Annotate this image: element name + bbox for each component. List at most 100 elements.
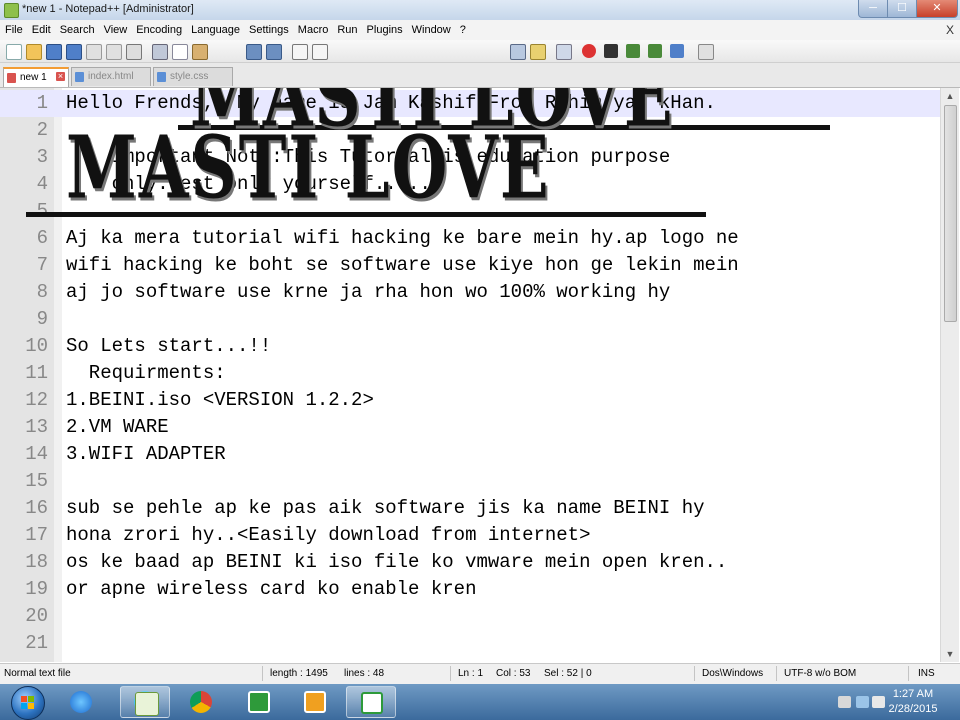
status-insert-mode: INS: [918, 668, 935, 679]
line-number: 6: [36, 227, 48, 249]
outlook-icon: [304, 691, 326, 713]
close-icon[interactable]: [86, 44, 102, 60]
vertical-scrollbar[interactable]: ▲ ▼: [940, 88, 959, 662]
line-number: 21: [25, 632, 48, 654]
status-bar: Normal text file length : 1495 lines : 4…: [0, 663, 960, 684]
minimize-button[interactable]: ─: [858, 0, 888, 18]
editor-line[interactable]: 8 aj jo software use krne ja rha hon wo 1…: [0, 279, 940, 306]
new-file-icon[interactable]: [6, 44, 22, 60]
editor-line[interactable]: 19 or apne wireless card ko enable kren: [0, 576, 940, 603]
line-number: 16: [25, 497, 48, 519]
editor-line[interactable]: 13 2.VM WARE: [0, 414, 940, 441]
editor-line[interactable]: 21: [0, 630, 940, 657]
menu-file[interactable]: File: [0, 20, 27, 40]
menu-edit[interactable]: Edit: [27, 20, 55, 40]
clock-date[interactable]: 2/28/2015: [872, 703, 954, 715]
menu-window[interactable]: Window: [407, 20, 455, 40]
window-title: *new 1 - Notepad++ [Administrator]: [22, 3, 194, 15]
print-icon[interactable]: [126, 44, 142, 60]
menu-search[interactable]: Search: [55, 20, 99, 40]
replace-icon[interactable]: [312, 44, 328, 60]
toolbar: [0, 40, 960, 63]
line-text: So Lets start...!!: [66, 335, 272, 357]
open-file-icon[interactable]: [26, 44, 42, 60]
editor-line[interactable]: 7 wifi hacking ke boht se software use ki…: [0, 252, 940, 279]
zoom-in-icon[interactable]: [510, 44, 526, 60]
menu-bar: File Edit Search View Encoding Language Settin…: [0, 20, 960, 40]
save-icon[interactable]: [46, 44, 62, 60]
taskbar-notepadpp-button[interactable]: [120, 686, 170, 718]
function-list-icon[interactable]: [698, 44, 714, 60]
tab-style-css[interactable]: style.css: [153, 67, 233, 86]
start-button[interactable]: [2, 684, 52, 720]
save-all-icon[interactable]: [66, 44, 82, 60]
menu-help[interactable]: ?: [455, 20, 470, 40]
find-icon[interactable]: [292, 44, 308, 60]
line-number: 20: [25, 605, 48, 627]
tab-close-icon[interactable]: ×: [56, 72, 65, 81]
tray-flag-icon[interactable]: [838, 696, 851, 708]
ie-icon: [70, 691, 92, 713]
menu-run[interactable]: Run: [332, 20, 361, 40]
taskbar-outlook-button[interactable]: [290, 686, 340, 718]
macro-record-icon[interactable]: [582, 44, 596, 58]
editor-line[interactable]: 11 Requirments:: [0, 360, 940, 387]
close-button[interactable]: ✕: [916, 0, 958, 18]
editor-line[interactable]: 9: [0, 306, 940, 333]
windows-logo-icon: [11, 686, 45, 720]
macro-stop-icon[interactable]: [604, 44, 618, 58]
editor-line[interactable]: 16 sub se pehle ap ke pas aik software ji…: [0, 495, 940, 522]
cut-icon[interactable]: [152, 44, 168, 60]
taskbar-camtasia-button[interactable]: [234, 686, 284, 718]
line-number: 2: [36, 119, 48, 141]
clock-time[interactable]: 1:27 AM: [872, 688, 954, 700]
taskbar-ie-button[interactable]: [56, 686, 106, 718]
menu-macro[interactable]: Macro: [293, 20, 333, 40]
line-number: 3: [36, 146, 48, 168]
network-icon[interactable]: [856, 696, 869, 708]
menu-plugins[interactable]: Plugins: [362, 20, 407, 40]
editor-line[interactable]: 6 Aj ka mera tutorial wifi hacking ke bar…: [0, 225, 940, 252]
undo-icon[interactable]: [246, 44, 262, 60]
menu-settings[interactable]: Settings: [244, 20, 293, 40]
scroll-thumb[interactable]: [944, 105, 957, 322]
saved-file-icon: [75, 72, 84, 82]
text-editor[interactable]: 1 Hello Frends,, My name is Jam Kashif Fr…: [0, 88, 960, 662]
line-number: 10: [25, 335, 48, 357]
macro-play-icon[interactable]: [626, 44, 640, 58]
editor-line[interactable]: 12 1.BEINI.iso <VERSION 1.2.2>: [0, 387, 940, 414]
taskbar-chrome-button[interactable]: [176, 686, 226, 718]
line-text: hona zrori hy..<Easily download from int…: [66, 524, 591, 546]
editor-line[interactable]: 14 3.WIFI ADAPTER: [0, 441, 940, 468]
maximize-button[interactable]: ☐: [887, 0, 917, 18]
status-length: length : 1495: [270, 668, 328, 679]
line-number: 12: [25, 389, 48, 411]
notepadpp-app-icon: [4, 3, 19, 18]
editor-line[interactable]: 18 os ke baad ap BEINI ki iso file ko vmw…: [0, 549, 940, 576]
tab-new-1[interactable]: new 1 ×: [3, 67, 69, 87]
show-all-icon[interactable]: [556, 44, 572, 60]
copy-icon[interactable]: [172, 44, 188, 60]
editor-line[interactable]: 15: [0, 468, 940, 495]
indent-guide-icon[interactable]: [530, 44, 546, 60]
redo-icon[interactable]: [266, 44, 282, 60]
close-all-icon[interactable]: [106, 44, 122, 60]
close-document-button[interactable]: X: [946, 20, 954, 40]
macro-save-icon[interactable]: [670, 44, 684, 58]
line-number: 18: [25, 551, 48, 573]
scroll-down-icon[interactable]: ▼: [941, 646, 959, 662]
editor-line[interactable]: 17 hona zrori hy..<Easily download from i…: [0, 522, 940, 549]
macro-run-multiple-icon[interactable]: [648, 44, 662, 58]
scroll-up-icon[interactable]: ▲: [941, 88, 959, 104]
menu-language[interactable]: Language: [186, 20, 244, 40]
menu-encoding[interactable]: Encoding: [131, 20, 186, 40]
menu-view[interactable]: View: [99, 20, 132, 40]
line-number: 7: [36, 254, 48, 276]
tab-label: new 1: [20, 72, 47, 83]
taskbar-camtasia-recorder-button[interactable]: [346, 686, 396, 718]
paste-icon[interactable]: [192, 44, 208, 60]
unsaved-file-icon: [7, 73, 16, 83]
editor-line[interactable]: 20: [0, 603, 940, 630]
editor-line[interactable]: 10 So Lets start...!!: [0, 333, 940, 360]
tab-index-html[interactable]: index.html: [71, 67, 151, 86]
